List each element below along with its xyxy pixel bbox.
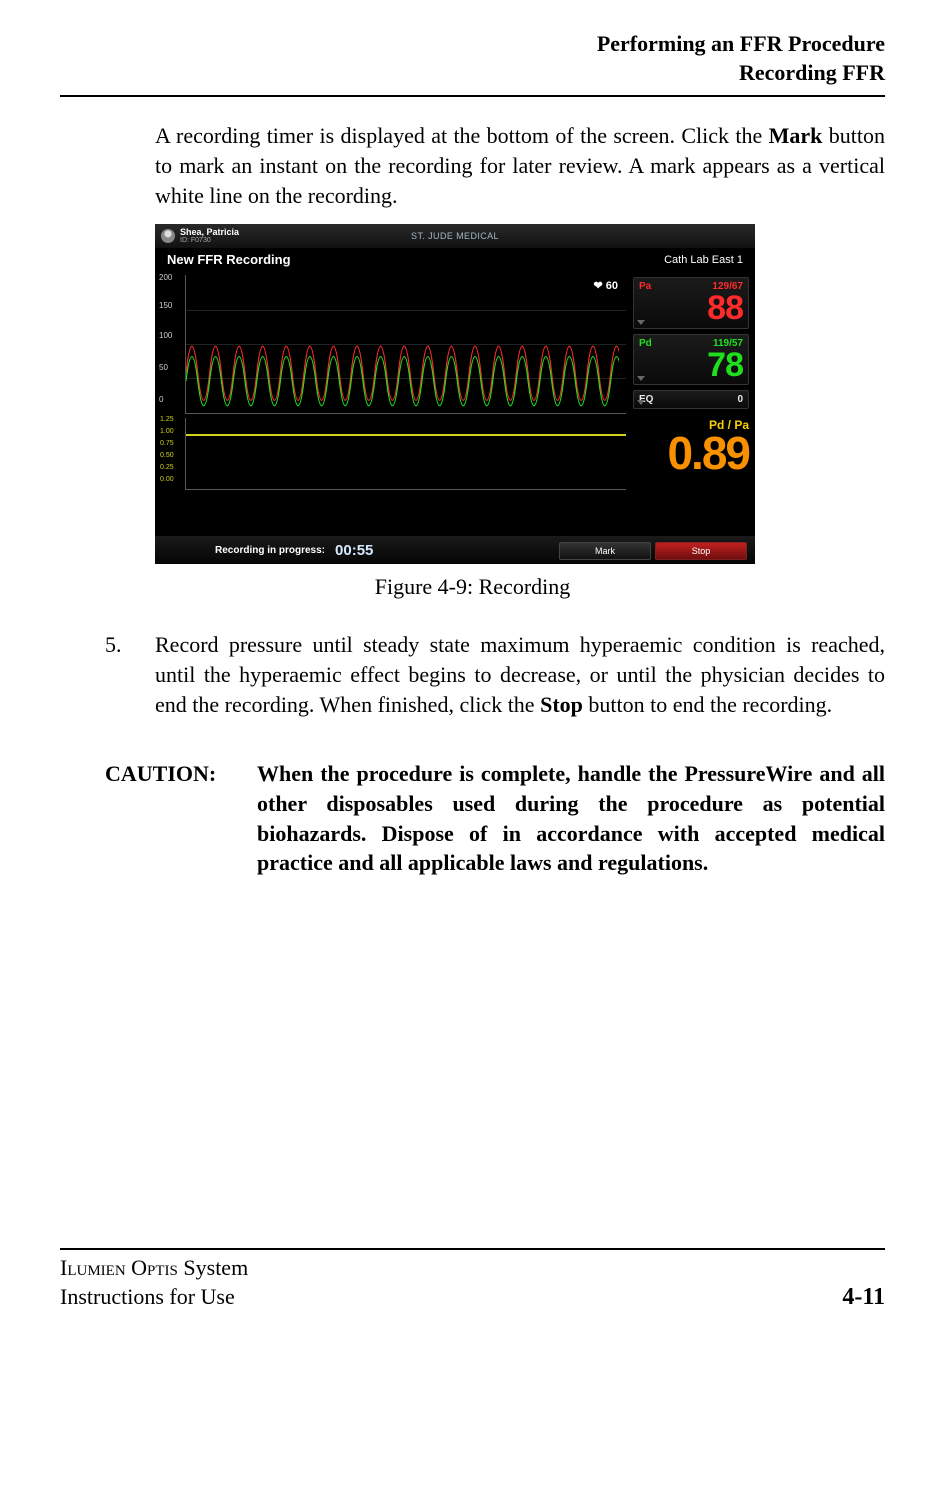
chevron-down-icon bbox=[637, 320, 645, 325]
chevron-down-icon bbox=[637, 400, 645, 405]
room-label: Cath Lab East 1 bbox=[664, 254, 743, 266]
patient-bar: Shea, Patricia ID: F0730 ST. JUDE MEDICA… bbox=[155, 224, 755, 248]
page-number: 4-11 bbox=[842, 1284, 885, 1311]
patient-id: ID: F0730 bbox=[180, 237, 239, 244]
pressure-plot: ❤ 60 bbox=[185, 275, 626, 414]
header-rule bbox=[60, 95, 885, 97]
status-bar: Recording in progress: 00:55 Mark Stop bbox=[155, 536, 755, 564]
pd-tile[interactable]: Pd 119/57 78 bbox=[633, 334, 749, 385]
vitals-panel: Pa 129/67 88 Pd 119/57 78 bbox=[630, 271, 755, 501]
recording-timer: 00:55 bbox=[335, 542, 373, 559]
recording-title-bar: New FFR Recording Cath Lab East 1 bbox=[155, 248, 755, 271]
header-line2: Recording FFR bbox=[60, 59, 885, 88]
figure-caption: Figure 4-9: Recording bbox=[60, 574, 885, 600]
pd-waveform bbox=[186, 275, 619, 413]
eq-tile[interactable]: EQ 0 bbox=[633, 390, 749, 409]
header-line1: Performing an FFR Procedure bbox=[60, 30, 885, 59]
chevron-down-icon bbox=[637, 376, 645, 381]
page-footer: Ilumien Optis System Instructions for Us… bbox=[60, 1254, 885, 1311]
page-header: Performing an FFR Procedure Recording FF… bbox=[60, 30, 885, 87]
step-5: 5. Record pressure until steady state ma… bbox=[105, 630, 885, 719]
ffr-screenshot: Shea, Patricia ID: F0730 ST. JUDE MEDICA… bbox=[155, 224, 755, 564]
ratio-line bbox=[186, 434, 626, 436]
brand-label: ST. JUDE MEDICAL bbox=[411, 231, 499, 241]
ratio-plot: 1.25 1.00 0.75 0.50 0.25 0.00 bbox=[185, 418, 626, 490]
mark-button[interactable]: Mark bbox=[559, 542, 651, 560]
pa-tile[interactable]: Pa 129/67 88 bbox=[633, 277, 749, 328]
recording-title: New FFR Recording bbox=[167, 252, 291, 267]
status-label: Recording in progress: bbox=[215, 545, 325, 556]
avatar-icon bbox=[161, 229, 175, 243]
caution-block: CAUTION: When the procedure is complete,… bbox=[105, 759, 885, 878]
footer-rule bbox=[60, 1248, 885, 1250]
ratio-tile: Pd / Pa 0.89 bbox=[633, 418, 749, 476]
waveform-area: 200 150 100 50 0 ❤ 60 bbox=[155, 271, 630, 501]
stop-button[interactable]: Stop bbox=[655, 542, 747, 560]
patient-name: Shea, Patricia bbox=[180, 228, 239, 237]
intro-paragraph: A recording timer is displayed at the bo… bbox=[155, 121, 885, 210]
